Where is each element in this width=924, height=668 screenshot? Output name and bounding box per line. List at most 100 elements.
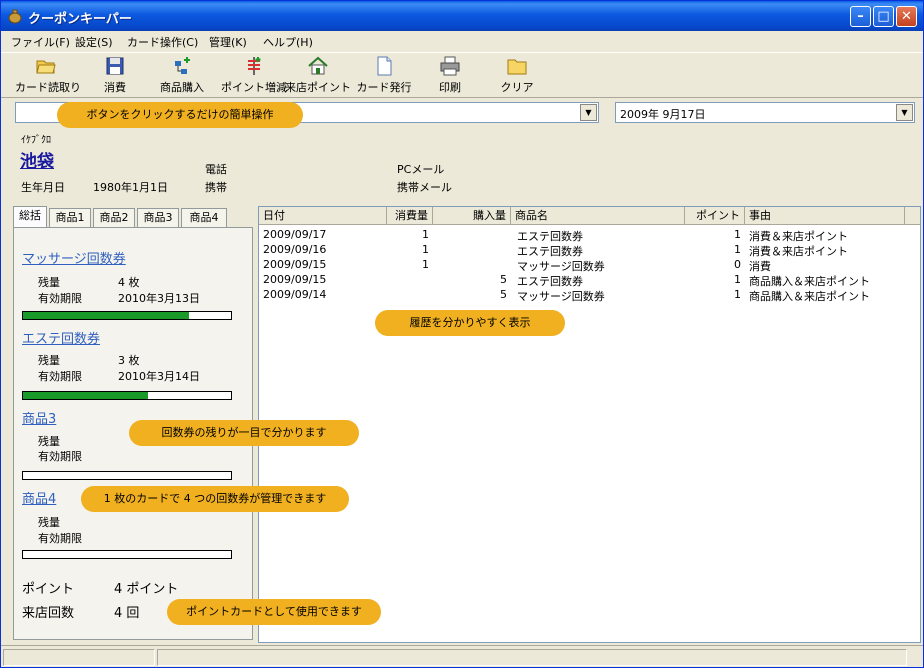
status-pane [157, 649, 907, 666]
tab-product-2[interactable]: 商品2 [93, 208, 135, 228]
table-cell: 2009/09/15 [263, 273, 327, 286]
close-button[interactable]: ✕ [896, 6, 917, 27]
coupon-title[interactable]: エステ回数券 [22, 328, 100, 347]
remain-label: 残量 [38, 354, 60, 367]
remain-label: 残量 [38, 435, 60, 448]
coupon-title[interactable]: マッサージ回数券 [22, 248, 126, 267]
table-cell: 消費＆来店ポイント [749, 245, 848, 258]
toolbar: カード読取り 消費 商品購入 ポイント増減 来店ポイント カード発行 印刷 クリ… [1, 52, 923, 98]
table-cell: マッサージ回数券 [517, 290, 605, 303]
column-header-reason[interactable]: 事由 [745, 207, 905, 225]
status-bar [1, 645, 923, 667]
remaining-progress-bar [22, 471, 232, 480]
tab-product-4[interactable]: 商品4 [181, 208, 227, 228]
expiry-label: 有効期限 [38, 532, 82, 545]
tab-product-1[interactable]: 商品1 [49, 208, 91, 228]
mobile-label: 携帯 [205, 181, 227, 194]
menu-bar: ファイル(F) 設定(S) カード操作(C) 管理(K) ヘルプ(H) [1, 31, 923, 51]
printer-icon [440, 56, 460, 76]
app-window: クーポンキーパー – □ ✕ ファイル(F) 設定(S) カード操作(C) 管理… [0, 0, 924, 668]
table-cell: 商品購入＆来店ポイント [749, 290, 870, 303]
table-cell: 0 [734, 258, 741, 271]
card-read-button[interactable]: カード読取り [15, 55, 81, 97]
customer-name[interactable]: 池袋 [20, 147, 54, 172]
dropdown-arrow-icon[interactable]: ▼ [580, 104, 597, 121]
callout-history: 履歴を分かりやすく表示 [375, 310, 565, 336]
remain-value: 3 枚 [118, 354, 140, 367]
folder-open-icon [36, 60, 56, 74]
callout-remaining: 回数券の残りが一目で分かります [129, 420, 359, 446]
dropdown-arrow-icon[interactable]: ▼ [896, 104, 913, 121]
menu-file[interactable]: ファイル(F) [11, 34, 70, 50]
visit-point-button[interactable]: 来店ポイント [285, 55, 351, 97]
column-header-purchased[interactable]: 購入量 [433, 207, 511, 225]
remain-label: 残量 [38, 516, 60, 529]
date-combo[interactable]: 2009年 9月17日 ▼ [615, 102, 915, 123]
history-header: 日付 消費量 購入量 商品名 ポイント 事由 [259, 207, 920, 225]
table-row[interactable]: 2009/09/15 5 エステ回数券 1 商品購入＆来店ポイント [259, 273, 919, 288]
table-cell: エステ回数券 [517, 230, 583, 243]
table-row[interactable]: 2009/09/16 1 エステ回数券 1 消費＆来店ポイント [259, 243, 919, 258]
column-header-product[interactable]: 商品名 [511, 207, 685, 225]
phone-label: 電話 [205, 163, 227, 176]
table-cell: 1 [422, 243, 429, 256]
column-header-consumed[interactable]: 消費量 [387, 207, 433, 225]
mobilemail-label: 携帯メール [397, 181, 452, 194]
birth-value: 1980年1月1日 [93, 181, 168, 194]
table-cell: 商品購入＆来店ポイント [749, 275, 870, 288]
clear-button[interactable]: クリア [499, 55, 535, 97]
minimize-button[interactable]: – [850, 6, 871, 27]
menu-management[interactable]: 管理(K) [209, 34, 247, 50]
close-icon: ✕ [901, 9, 912, 24]
table-cell: 消費 [749, 260, 771, 273]
customer-info: ｲｹﾌﾞｸﾛ 池袋 生年月日 1980年1月1日 電話 携帯 PCメール 携帯メ… [1, 125, 923, 205]
title-bar[interactable]: クーポンキーパー – □ ✕ [1, 1, 923, 31]
status-pane [3, 649, 155, 666]
expiry-label: 有効期限 [38, 292, 82, 305]
table-cell: 5 [500, 273, 507, 286]
pcmail-label: PCメール [397, 163, 445, 176]
point-adjust-button[interactable]: ポイント増減 [217, 55, 291, 97]
table-cell: 1 [734, 273, 741, 286]
house-icon [308, 56, 328, 75]
tab-product-3[interactable]: 商品3 [137, 208, 179, 228]
purchase-button[interactable]: 商品購入 [155, 55, 209, 97]
table-cell: 2009/09/15 [263, 258, 327, 271]
birth-label: 生年月日 [21, 181, 65, 194]
coupon-title[interactable]: 商品3 [22, 408, 56, 427]
print-button[interactable]: 印刷 [433, 55, 467, 97]
visits-label: 来店回数 [22, 606, 75, 621]
table-cell: エステ回数券 [517, 245, 583, 258]
table-cell: 1 [422, 258, 429, 271]
menu-card-operations[interactable]: カード操作(C) [127, 34, 198, 50]
column-header-date[interactable]: 日付 [259, 207, 387, 225]
consume-button[interactable]: 消費 [97, 55, 133, 97]
callout-easy-operation: ボタンをクリックするだけの簡単操作 [57, 102, 303, 128]
progress-fill [23, 392, 148, 399]
card-issue-button[interactable]: カード発行 [355, 55, 413, 97]
remain-value: 4 枚 [118, 276, 140, 289]
table-cell: 1 [734, 228, 741, 241]
coupon-title[interactable]: 商品4 [22, 488, 56, 507]
table-row[interactable]: 2009/09/15 1 マッサージ回数券 0 消費 [259, 258, 919, 273]
menu-help[interactable]: ヘルプ(H) [263, 34, 313, 50]
remaining-progress-bar [22, 391, 232, 400]
table-row[interactable]: 2009/09/14 5 マッサージ回数券 1 商品購入＆来店ポイント [259, 288, 919, 303]
window-title: クーポンキーパー [28, 12, 132, 27]
table-cell: 1 [422, 228, 429, 241]
table-cell: 2009/09/16 [263, 243, 327, 256]
menu-settings[interactable]: 設定(S) [75, 34, 113, 50]
points-value: 4 ポイント [114, 582, 179, 597]
table-row[interactable]: 2009/09/17 1 エステ回数券 1 消費＆来店ポイント [259, 228, 919, 243]
folder-icon [507, 59, 527, 75]
expiry-label: 有効期限 [38, 370, 82, 383]
customer-kana: ｲｹﾌﾞｸﾛ [21, 135, 51, 146]
remaining-progress-bar [22, 550, 232, 559]
maximize-button[interactable]: □ [873, 6, 894, 27]
table-cell: 消費＆来店ポイント [749, 230, 848, 243]
tab-summary[interactable]: 総括 [13, 206, 47, 228]
column-header-points[interactable]: ポイント [685, 207, 745, 225]
history-list[interactable]: 日付 消費量 購入量 商品名 ポイント 事由 2009/09/17 1 エステ回数券… [258, 206, 921, 643]
visits-value: 4 回 [114, 606, 140, 621]
table-cell: 1 [734, 243, 741, 256]
